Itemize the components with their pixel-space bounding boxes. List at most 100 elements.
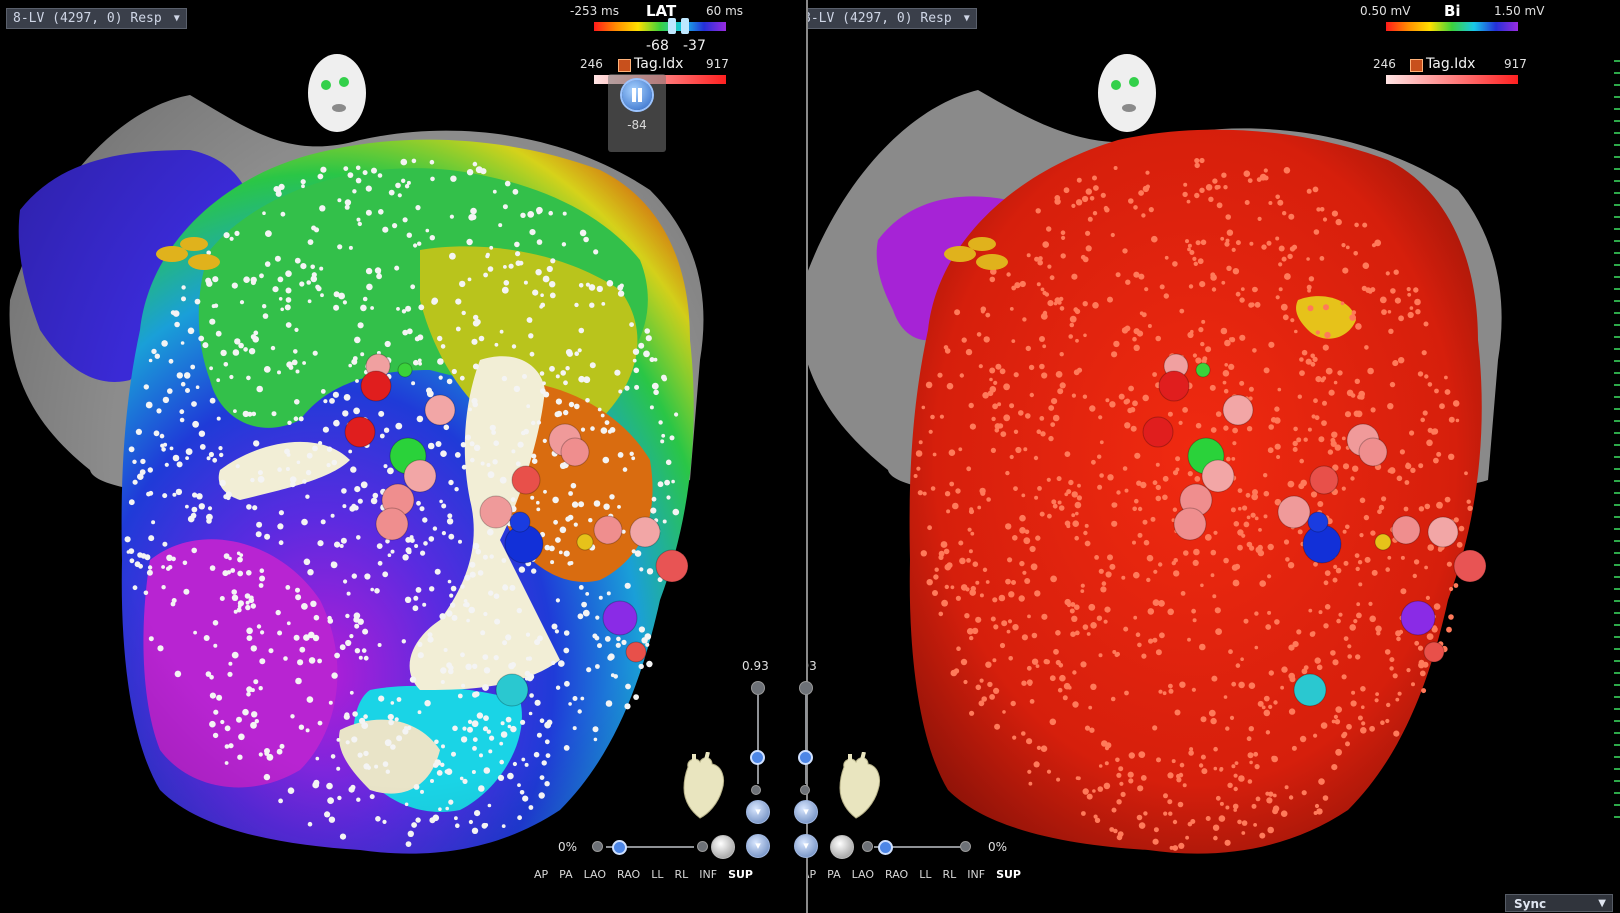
opacity-max-button[interactable] (799, 681, 813, 695)
sync-dropdown[interactable]: Sync ▼ (1505, 894, 1613, 912)
mapping-point (517, 815, 522, 821)
mapping-point (413, 595, 419, 601)
mapping-point (499, 476, 507, 484)
mapping-point (1071, 203, 1076, 208)
mapping-point (1125, 279, 1131, 285)
view-ll[interactable]: LL (651, 868, 663, 881)
lat-map-view[interactable]: 8-LV (4297, 0) Resp ▼ -253 ms LAT 60 ms … (0, 0, 806, 913)
mapping-point (1145, 184, 1150, 189)
mapping-point (482, 654, 489, 660)
view-lao[interactable]: LAO (584, 868, 606, 881)
mapping-point (280, 307, 285, 312)
mapping-point (987, 681, 993, 688)
lighting-button[interactable] (830, 835, 854, 859)
mapping-point (1052, 503, 1058, 509)
mapping-point (1009, 454, 1014, 460)
opacity-slider-track[interactable] (757, 694, 759, 784)
view-rl[interactable]: RL (674, 868, 688, 881)
transparency-min-button[interactable] (592, 841, 603, 852)
voltage-map-view[interactable]: 8-LV (4297, 0) Resp ▼ 0.50 mV Bi 1.50 mV… (808, 0, 1620, 913)
mapping-point (1210, 427, 1217, 433)
heart-orientation-icon[interactable] (834, 752, 886, 822)
mapping-point (1051, 398, 1058, 405)
view-ap[interactable]: AP (534, 868, 548, 881)
mapping-point (322, 426, 329, 433)
mapping-point (1064, 451, 1071, 457)
mapping-point (460, 736, 468, 743)
pause-button[interactable] (622, 80, 652, 110)
mapping-point (600, 413, 605, 418)
mapping-point (1005, 578, 1011, 585)
mapping-point (390, 549, 395, 554)
mapping-point (284, 304, 291, 311)
mapping-point (1018, 595, 1025, 602)
collapse-button[interactable]: ▾ (746, 800, 770, 824)
view-sup[interactable]: SUP (728, 868, 753, 881)
mapping-point (1087, 216, 1093, 222)
mapping-point (583, 236, 589, 243)
mapping-point (1395, 697, 1400, 702)
mapping-point (649, 357, 655, 363)
opacity-min-button[interactable] (800, 785, 810, 795)
mapping-point (999, 368, 1006, 375)
mapping-point (247, 411, 253, 417)
transparency-max-button[interactable] (960, 841, 971, 852)
mapping-point (1082, 301, 1088, 307)
mapping-point (1042, 344, 1047, 349)
mapping-point (1332, 659, 1339, 666)
view-ll[interactable]: LL (919, 868, 931, 881)
view-rao[interactable]: RAO (885, 868, 908, 881)
mapping-point (1038, 256, 1043, 261)
view-inf[interactable]: INF (967, 868, 985, 881)
mapping-point (1446, 561, 1452, 567)
view-pa[interactable]: PA (827, 868, 840, 881)
mapping-point (411, 158, 417, 164)
mapping-point (968, 549, 973, 554)
mapping-point (563, 630, 570, 636)
opacity-max-button[interactable] (751, 681, 765, 695)
lat-color-bar[interactable] (594, 22, 726, 31)
transparency-min-button[interactable] (862, 841, 873, 852)
transparency-slider-handle[interactable] (878, 840, 893, 855)
mapping-point (1204, 534, 1212, 541)
mapping-point (1041, 613, 1048, 620)
mapping-point (1128, 198, 1134, 204)
view-lao[interactable]: LAO (852, 868, 874, 881)
mapping-point (1371, 569, 1378, 576)
view-inf[interactable]: INF (699, 868, 717, 881)
view-pa[interactable]: PA (559, 868, 572, 881)
mapping-point (1318, 778, 1325, 785)
expand-view-button[interactable]: ▾ (794, 834, 818, 858)
mapping-point (970, 585, 976, 592)
collapse-button[interactable]: ▾ (794, 800, 818, 824)
opacity-slider-track[interactable] (805, 694, 807, 784)
map-selector-dropdown[interactable]: 8-LV (4297, 0) Resp ▼ (808, 8, 977, 29)
mapping-point (402, 329, 409, 336)
tag-filter-checkbox[interactable] (1410, 59, 1423, 72)
voltage-anatomy-map[interactable] (808, 0, 1620, 913)
view-sup[interactable]: SUP (996, 868, 1021, 881)
voltage-color-bar[interactable] (1386, 22, 1518, 31)
lat-window-low-handle[interactable] (668, 18, 676, 34)
lat-window-high-handle[interactable] (681, 18, 689, 34)
mapping-point (1099, 440, 1104, 445)
lighting-button[interactable] (711, 835, 735, 859)
opacity-slider-handle[interactable] (750, 750, 765, 765)
opacity-min-button[interactable] (751, 785, 761, 795)
mapping-point (1283, 539, 1290, 545)
transparency-max-button[interactable] (697, 841, 708, 852)
view-rl[interactable]: RL (942, 868, 956, 881)
tag-filter-checkbox[interactable] (618, 59, 631, 72)
mapping-point (1162, 475, 1169, 482)
view-ap[interactable]: AP (808, 868, 816, 881)
mapping-point (1152, 480, 1158, 486)
tag-sphere (495, 673, 529, 707)
opacity-slider-handle[interactable] (798, 750, 813, 765)
expand-view-button[interactable]: ▾ (746, 834, 770, 858)
mapping-point (517, 441, 524, 448)
heart-orientation-icon[interactable] (678, 752, 730, 822)
mapping-point (1467, 505, 1473, 511)
view-rao[interactable]: RAO (617, 868, 640, 881)
map-selector-dropdown[interactable]: 8-LV (4297, 0) Resp ▼ (6, 8, 187, 29)
transparency-slider-handle[interactable] (612, 840, 627, 855)
